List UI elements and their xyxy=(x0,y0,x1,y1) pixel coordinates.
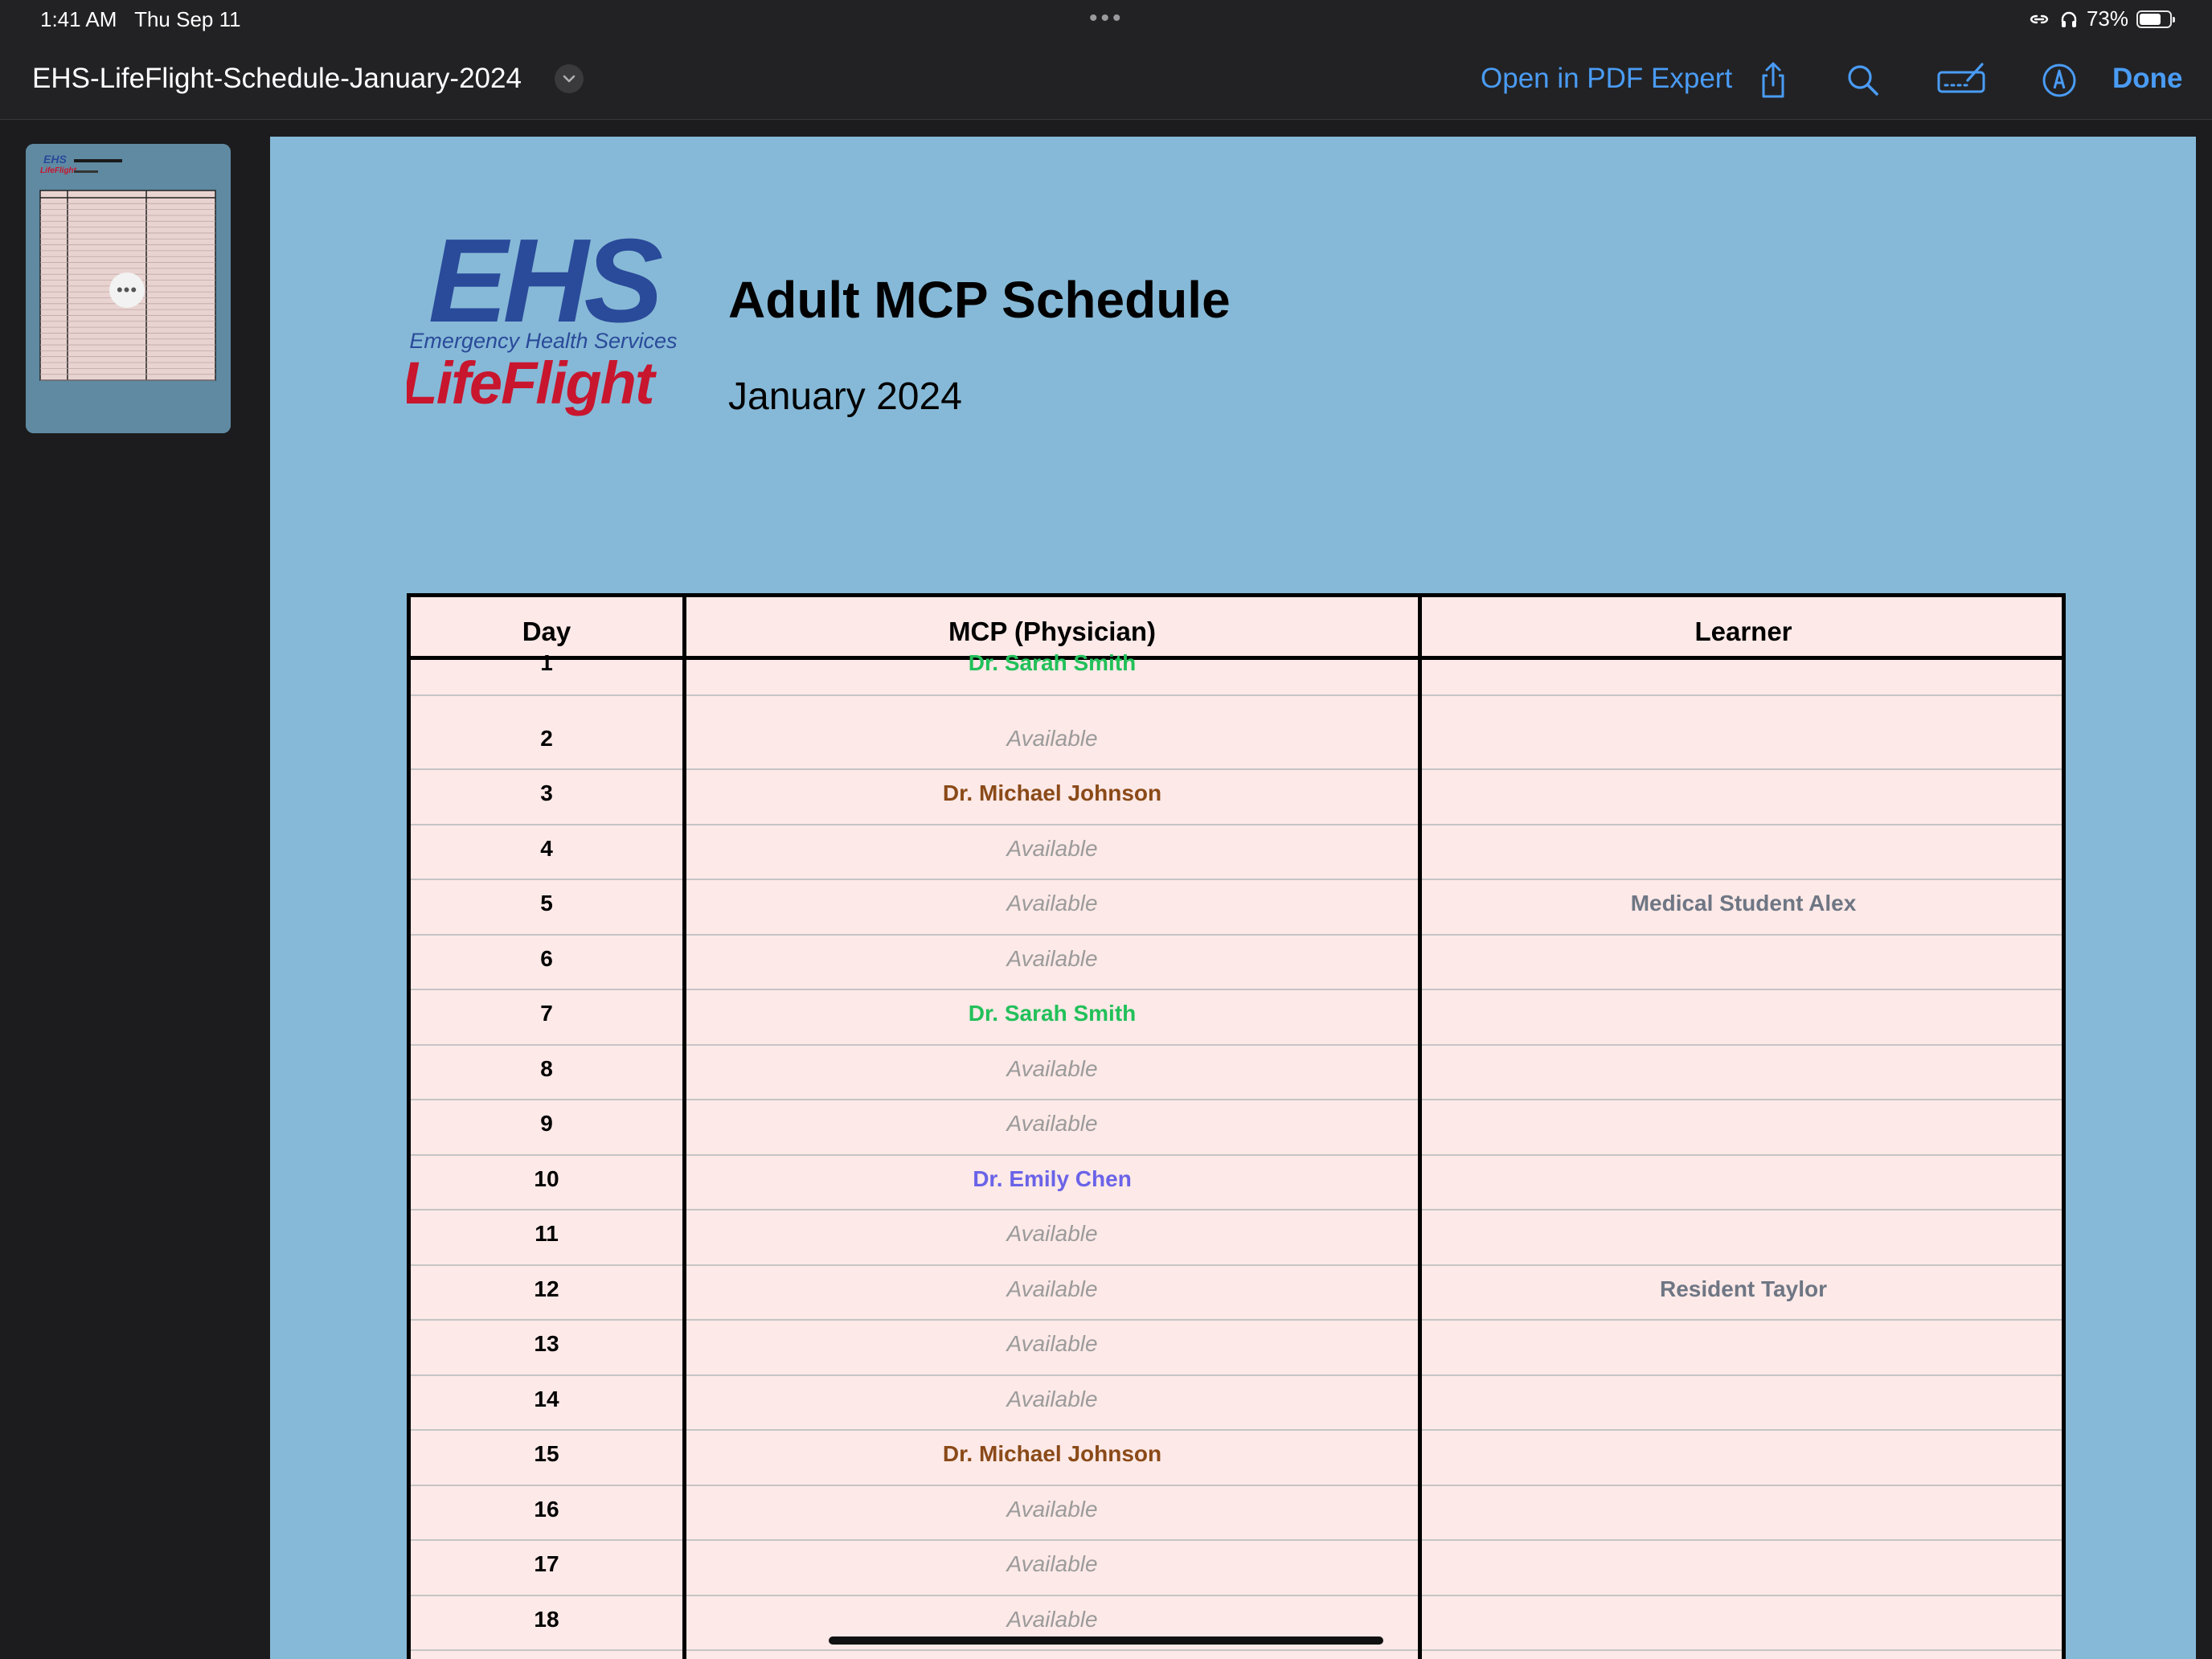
home-indicator[interactable] xyxy=(829,1636,1383,1645)
day-cell: 18 xyxy=(534,1606,559,1632)
multitasking-dots[interactable]: ••• xyxy=(1089,6,1124,31)
document-heading: Adult MCP Schedule xyxy=(728,271,1231,329)
day-cell: 2 xyxy=(540,725,553,751)
day-cell: 8 xyxy=(540,1055,553,1081)
mcp-available-cell: Available xyxy=(1006,945,1098,971)
table-row: 17 Available xyxy=(411,1541,2062,1596)
mcp-available-cell: Available xyxy=(1006,1111,1098,1136)
mcp-available-cell: Available xyxy=(1006,1055,1098,1081)
day-cell: 1 xyxy=(540,650,553,675)
status-date: Thu Sep 11 xyxy=(134,7,241,31)
document-subheading: January 2024 xyxy=(728,375,962,418)
day-cell: 6 xyxy=(540,945,553,971)
day-cell: 12 xyxy=(534,1276,559,1301)
status-bar: 1:41 AM Thu Sep 11 ••• 73% xyxy=(0,0,2212,40)
mcp-physician-cell: Dr. Michael Johnson xyxy=(942,780,1162,805)
schedule-table: Day MCP (Physician) Learner 1 Dr. Sarah S… xyxy=(407,593,2066,1659)
mcp-physician-cell: Dr. Emily Chen xyxy=(973,1165,1132,1191)
mcp-physician-cell: Dr. Sarah Smith xyxy=(968,650,1137,675)
day-cell: 10 xyxy=(534,1165,559,1191)
table-row: 16 Available xyxy=(411,1486,2062,1541)
table-row: 7 Dr. Sarah Smith xyxy=(411,990,2062,1046)
logo-lifeflight-text: LifeFlight xyxy=(407,350,657,416)
mcp-available-cell: Available xyxy=(1006,891,1098,916)
svg-text:EHS: EHS xyxy=(43,153,67,166)
search-icon[interactable] xyxy=(1841,58,1886,103)
day-cell: 5 xyxy=(540,891,553,916)
table-row: 8 Available xyxy=(411,1046,2062,1100)
battery-percent: 73% xyxy=(2086,6,2128,31)
day-cell: 15 xyxy=(534,1441,559,1466)
link-icon xyxy=(2030,14,2049,23)
ehs-lifeflight-logo: EHS Emergency Health Services LifeFlight xyxy=(407,227,678,416)
mcp-available-cell: Available xyxy=(1006,1386,1098,1411)
mcp-available-cell: Available xyxy=(1006,835,1098,861)
mcp-available-cell: Available xyxy=(1006,1221,1098,1246)
table-row: 3 Dr. Michael Johnson xyxy=(411,770,2062,825)
table-row: 10 Dr. Emily Chen xyxy=(411,1156,2062,1210)
header-learner: Learner xyxy=(1694,616,1792,646)
table-row: 6 Available xyxy=(411,936,2062,990)
day-cell: 3 xyxy=(540,780,553,805)
header-mcp: MCP (Physician) xyxy=(948,616,1156,646)
mcp-available-cell: Available xyxy=(1006,1606,1098,1632)
page-thumbnail[interactable]: EHS LifeFlight ••• xyxy=(26,144,231,433)
day-cell: 14 xyxy=(534,1386,559,1411)
mcp-available-cell: Available xyxy=(1006,1496,1098,1522)
day-cell: 9 xyxy=(540,1111,553,1136)
chevron-down-icon xyxy=(563,75,576,83)
mcp-available-cell: Available xyxy=(1006,1276,1098,1301)
battery-icon xyxy=(2136,10,2175,28)
day-cell: 17 xyxy=(534,1551,559,1576)
day-cell: 13 xyxy=(534,1331,559,1356)
mcp-available-cell: Available xyxy=(1006,1551,1098,1576)
table-row: 9 Available xyxy=(411,1100,2062,1156)
mcp-available-cell: Available xyxy=(1006,1331,1098,1356)
mcp-physician-cell: Dr. Sarah Smith xyxy=(968,1001,1137,1026)
document-title[interactable]: EHS-LifeFlight-Schedule-January-2024 xyxy=(32,63,522,95)
day-cell: 16 xyxy=(534,1496,559,1522)
status-indicators: 73% xyxy=(2027,6,2175,31)
mcp-available-cell: Available xyxy=(1006,725,1098,751)
table-row: 13 Available xyxy=(411,1321,2062,1376)
column-divider xyxy=(1418,597,1422,1659)
mcp-physician-cell: Dr. Michael Johnson xyxy=(942,1441,1162,1466)
table-row: 4 Available xyxy=(411,825,2062,880)
day-cell: 4 xyxy=(540,835,553,861)
share-icon[interactable] xyxy=(1751,58,1796,103)
table-row: 14 Available xyxy=(411,1376,2062,1431)
day-cell: 7 xyxy=(540,1001,553,1026)
learner-cell: Medical Student Alex xyxy=(1630,891,1857,916)
table-row: 1 Dr. Sarah Smith xyxy=(411,650,2062,696)
nav-bar: EHS-LifeFlight-Schedule-January-2024 Ope… xyxy=(0,40,2212,120)
done-button[interactable]: Done xyxy=(2112,63,2183,95)
page-thumbnails-sidebar: EHS LifeFlight ••• xyxy=(0,120,265,1659)
pdf-page: EHS Emergency Health Services LifeFlight… xyxy=(270,137,2196,1659)
learner-cell: Resident Taylor xyxy=(1660,1276,1827,1301)
header-day: Day xyxy=(522,616,571,646)
table-row: 11 Available xyxy=(411,1210,2062,1266)
markup-icon[interactable] xyxy=(2037,58,2082,103)
table-row: 15 Dr. Michael Johnson xyxy=(411,1431,2062,1486)
svg-text:LifeFlight: LifeFlight xyxy=(40,166,77,175)
table-row: 2 Available xyxy=(411,715,2062,770)
title-menu-button[interactable] xyxy=(555,64,584,93)
table-row: 19Available xyxy=(411,1651,2062,1659)
thumbnail-more-icon[interactable]: ••• xyxy=(109,272,145,308)
headphones-icon xyxy=(2061,11,2077,27)
status-time-date: 1:41 AM Thu Sep 11 xyxy=(40,7,241,32)
column-divider xyxy=(682,597,686,1659)
status-time: 1:41 AM xyxy=(40,7,117,31)
day-cell: 11 xyxy=(535,1221,559,1246)
open-in-pdf-expert-button[interactable]: Open in PDF Expert xyxy=(1481,63,1732,95)
signature-icon[interactable] xyxy=(1936,58,1989,103)
